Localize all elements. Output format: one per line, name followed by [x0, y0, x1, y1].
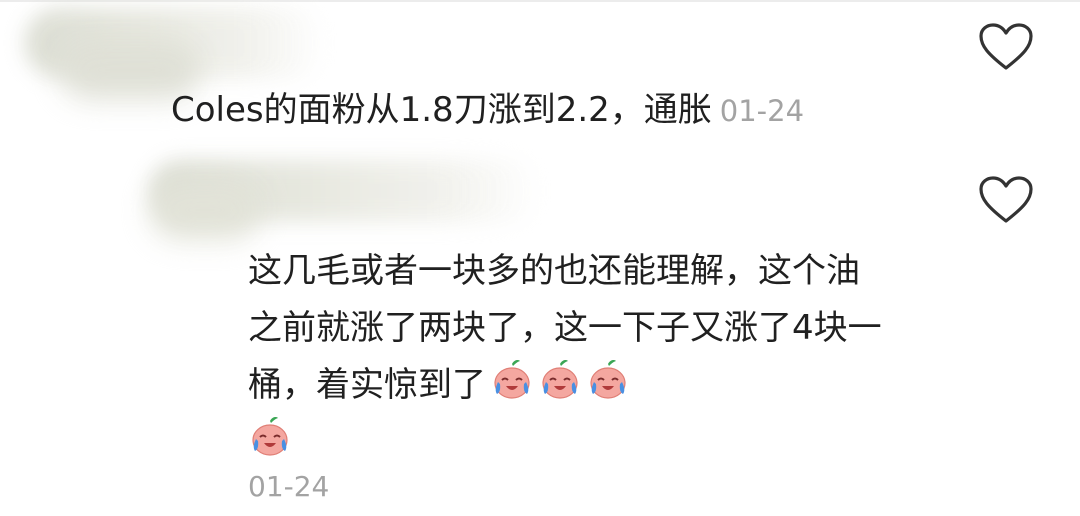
comment-1: Coles的面粉从1.8刀涨到2.2，通胀 01-24 [171, 88, 804, 133]
like-button-comment-2[interactable] [978, 175, 1034, 225]
heart-outline-icon [979, 23, 1033, 70]
comment-2: 这几毛或者一块多的也还能理解，这个油之前就涨了两块了，这一下子又涨了4块一桶，着… [248, 243, 888, 471]
crying-face-emoji [538, 358, 582, 402]
like-button-comment-1[interactable] [978, 22, 1034, 72]
crying-face-emoji [490, 358, 534, 402]
comment-1-date: 01-24 [719, 94, 805, 128]
crying-face-emoji [248, 415, 292, 459]
comment-2-date: 01-24 [248, 470, 330, 503]
comment-1-text: Coles的面粉从1.8刀涨到2.2，通胀 [171, 90, 712, 130]
top-divider [0, 0, 1080, 2]
crying-face-emoji [586, 358, 630, 402]
heart-outline-icon [979, 176, 1033, 223]
blurred-avatar-2 [150, 180, 260, 240]
